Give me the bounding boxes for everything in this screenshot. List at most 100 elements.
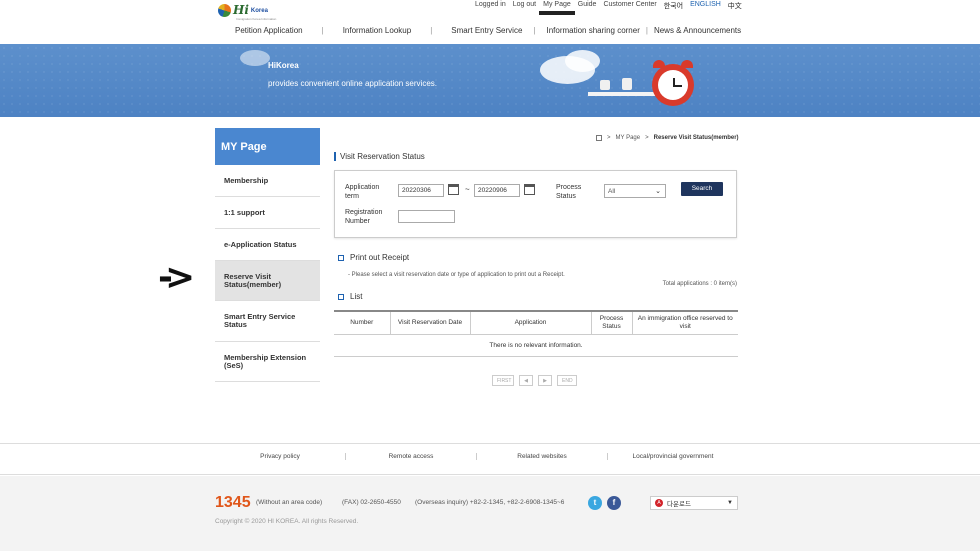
banner-title: HiKorea [268,61,299,70]
hotline-note: (Without an area code) [256,499,323,506]
footer-privacy-policy[interactable]: Privacy policy [215,453,345,460]
guide-link[interactable]: Guide [578,1,597,11]
page-title: Visit Reservation Status [334,152,425,161]
gnb-separator: | [321,26,324,35]
customer-center-link[interactable]: Customer Center [603,1,656,11]
pager-end-button[interactable]: END [557,375,577,386]
receipt-section-title: Print out Receipt [338,253,409,262]
logo-hi-text: Hi [233,3,249,17]
plant-pot-icon [600,80,610,90]
annotation-arrow: -> [158,257,195,298]
gnb-smart-entry-service[interactable]: Smart Entry Service [451,26,522,35]
facebook-icon[interactable]: f [607,496,621,510]
chevron-down-icon: ⌄ [655,188,661,195]
total-applications: Total applications : 0 item(s) [662,281,737,287]
pager-next-button[interactable]: ▶ [538,375,552,386]
column-header-application: Application [469,310,591,335]
utility-nav: Logged in Log out My Page Guide Customer… [475,1,742,15]
logo-tagline: Immigration Korea Information [236,17,277,21]
pagination: FIRST ◀ ▶ END [492,375,577,386]
download-select[interactable]: A 다운로드 ▼ [650,496,738,510]
logo-korea-text: Korea [250,8,268,14]
search-panel: Application term 20220306 ~ 20220906 Pro… [334,170,737,238]
footer-info: 1345 (Without an area code) (FAX) 02-265… [0,476,980,551]
sidebar-item-smart-entry[interactable]: Smart Entry Service Status [215,301,320,342]
calendar-icon[interactable] [448,184,459,195]
hotline-number: 1345 [215,494,251,511]
column-header-process-status: Process Status [590,310,632,335]
gnb-news-announcements[interactable]: News & Announcements [654,26,741,35]
hero-banner: HiKorea provides convenient online appli… [0,44,980,117]
lang-english-link[interactable]: ENGLISH [690,1,721,11]
copyright: Copyright © 2020 HI KOREA. All rights Re… [215,518,359,525]
column-header-visit-date: Visit Reservation Date [389,310,470,335]
table-header-row: Number Visit Reservation Date Applicatio… [334,310,738,335]
overseas-inquiry: (Overseas inquiry) +82-2-1345, +82-2-690… [415,499,565,506]
chevron-down-icon: ▼ [727,500,733,506]
footer-remote-access[interactable]: Remote access [345,453,476,460]
global-nav: Petition Application | Information Looku… [215,26,741,35]
hikorea-logo[interactable]: Hi Korea Immigration Korea Information [218,3,276,21]
breadcrumb-current: Reserve Visit Status(member) [653,135,739,141]
registration-number-input[interactable] [398,210,455,223]
breadcrumb-separator: > [607,135,611,141]
sidebar-item-support[interactable]: 1:1 support [215,197,320,229]
sidebar-item-membership[interactable]: Membership [215,165,320,197]
table-row: There is no relevant information. [334,334,738,357]
twitter-icon[interactable]: t [588,496,602,510]
download-label: 다운로드 [667,501,691,508]
gnb-information-lookup[interactable]: Information Lookup [343,26,412,35]
breadcrumb: > MY Page > Reserve Visit Status(member) [596,135,739,141]
fax-number: (FAX) 02-2650-4550 [342,499,401,506]
footer-related-websites[interactable]: Related websites [476,453,607,460]
footer-local-government[interactable]: Local/provincial government [607,453,738,460]
logo-emblem-icon [218,3,231,17]
cloud-decoration [565,50,600,72]
lang-korean-link[interactable]: 한국어 [664,1,683,11]
reservation-table: Number Visit Reservation Date Applicatio… [334,310,738,357]
logout-link[interactable]: Log out [513,1,536,11]
sidebar-item-e-application[interactable]: e-Application Status [215,229,320,261]
adobe-reader-icon: A [655,499,663,507]
registration-number-label: Registration Number [345,209,383,225]
footer-divider [0,443,980,444]
date-from-input[interactable]: 20220306 [398,184,444,197]
gnb-information-sharing[interactable]: Information sharing corner [546,26,639,35]
pager-first-button[interactable]: FIRST [492,375,514,386]
gnb-petition-application[interactable]: Petition Application [235,26,303,35]
breadcrumb-separator: > [645,135,649,141]
column-header-number: Number [334,310,390,335]
pager-prev-button[interactable]: ◀ [519,375,533,386]
gnb-separator: | [645,26,648,35]
process-status-label: Process Status [556,184,582,200]
column-header-immigration-office: An immigration office reserved to visit [631,310,738,335]
shelf-illustration [588,92,663,96]
sidebar-menu: Membership 1:1 support e-Application Sta… [215,165,320,382]
search-button[interactable]: Search [681,182,723,196]
process-status-select[interactable]: All ⌄ [604,184,666,198]
cloud-decoration [240,50,270,66]
sidebar-item-reserve-visit[interactable]: Reserve Visit Status(member) [215,261,320,301]
footer-links: Privacy policy Remote access Related web… [215,453,738,460]
process-status-value: All [608,188,616,195]
breadcrumb-mypage[interactable]: MY Page [616,135,641,141]
banner-pattern [0,44,980,117]
home-icon[interactable] [596,135,602,141]
lang-chinese-link[interactable]: 中文 [728,1,742,11]
date-to-input[interactable]: 20220906 [474,184,520,197]
alarm-clock-icon [652,64,694,106]
date-range-tilde: ~ [465,185,470,194]
gnb-separator: | [533,26,536,35]
sidebar-title: MY Page [215,128,320,165]
application-term-label: Application term [345,184,380,200]
receipt-note: - Please select a visit reservation date… [348,272,565,278]
calendar-icon[interactable] [524,184,535,195]
logged-in-text: Logged in [475,1,506,8]
footer-divider [0,474,980,475]
sidebar-item-membership-extension[interactable]: Membership Extension (SeS) [215,342,320,382]
banner-description: provides convenient online application s… [268,79,437,88]
empty-table-message: There is no relevant information. [334,334,738,357]
mypage-link[interactable]: My Page [539,1,575,15]
list-section-title: List [338,292,362,301]
plant-pot-icon [622,78,632,90]
